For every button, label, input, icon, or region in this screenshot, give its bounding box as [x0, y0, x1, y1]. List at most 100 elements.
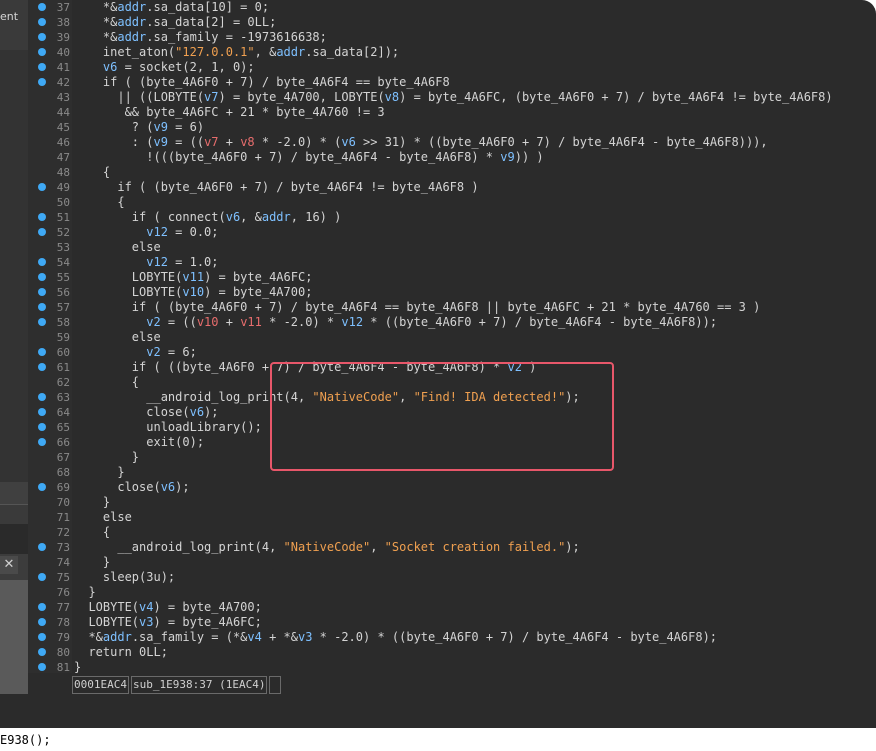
code-token: if ( (byte_4A6F0 + 7) / byte_4A6F4 == by… — [74, 75, 450, 89]
code-line[interactable]: if ( (byte_4A6F0 + 7) / byte_4A6F4 == by… — [74, 75, 450, 90]
breakpoint-dot-icon[interactable] — [38, 408, 46, 416]
code-line[interactable]: unloadLibrary(); — [74, 420, 262, 435]
line-number: 48 — [56, 166, 70, 179]
breakpoint-dot-icon[interactable] — [38, 573, 46, 581]
code-token: } — [74, 465, 125, 479]
code-line[interactable]: if ( (byte_4A6F0 + 7) / byte_4A6F4 == by… — [74, 300, 761, 315]
code-token: v4 — [247, 630, 262, 644]
code-line[interactable]: { — [74, 165, 110, 180]
code-line[interactable]: } — [74, 495, 110, 510]
code-token: .sa_data[2] = 0LL; — [146, 15, 277, 29]
gutter-row: 42 — [28, 75, 72, 90]
code-line[interactable]: LOBYTE(v11) = byte_4A6FC; — [74, 270, 313, 285]
breakpoint-dot-icon[interactable] — [38, 603, 46, 611]
code-line[interactable]: v2 = 6; — [74, 345, 197, 360]
code-line[interactable]: v2 = ((v10 + v11 * -2.0) * v12 * ((byte_… — [74, 315, 717, 330]
breakpoint-dot-icon[interactable] — [38, 363, 46, 371]
side-panel-label: ent — [0, 10, 19, 23]
breakpoint-dot-icon[interactable] — [38, 483, 46, 491]
code-line[interactable]: } — [74, 465, 125, 480]
breakpoint-dot-icon[interactable] — [38, 393, 46, 401]
breakpoint-dot-icon[interactable] — [38, 543, 46, 551]
code-line[interactable]: v12 = 0.0; — [74, 225, 218, 240]
code-token: * -2.0) * — [261, 315, 342, 329]
code-token: , & — [254, 45, 277, 59]
breakpoint-dot-icon[interactable] — [38, 18, 46, 26]
code-line[interactable]: LOBYTE(v4) = byte_4A700; — [74, 600, 261, 615]
code-line[interactable]: close(v6); — [74, 405, 218, 420]
code-line[interactable]: } — [74, 660, 81, 675]
code-line[interactable]: && byte_4A6FC + 21 * byte_4A760 != 3 — [74, 105, 385, 120]
breakpoint-dot-icon[interactable] — [38, 258, 46, 266]
code-line[interactable]: else — [74, 510, 132, 525]
code-token: )) ) — [514, 150, 544, 164]
code-line[interactable]: inet_aton("127.0.0.1", &addr.sa_data[2])… — [74, 45, 399, 60]
code-line[interactable]: LOBYTE(v3) = byte_4A6FC; — [74, 615, 261, 630]
code-line[interactable]: { — [74, 525, 110, 540]
breakpoint-dot-icon[interactable] — [38, 423, 46, 431]
code-line[interactable]: *&addr.sa_family = (*&v4 + *&v3 * -2.0) … — [74, 630, 717, 645]
line-number: 62 — [56, 376, 70, 389]
code-line[interactable]: } — [74, 450, 139, 465]
code-token: addr — [276, 45, 306, 59]
breakpoint-dot-icon[interactable] — [38, 3, 46, 11]
code-line[interactable]: { — [74, 195, 124, 210]
code-line[interactable]: *&addr.sa_data[10] = 0; — [74, 0, 269, 15]
output-window — [0, 728, 876, 751]
breakpoint-dot-icon[interactable] — [38, 273, 46, 281]
code-line[interactable]: : (v9 = ((v7 + v8 * -2.0) * (v6 >> 31) *… — [74, 135, 768, 150]
code-line[interactable]: LOBYTE(v10) = byte_4A700; — [74, 285, 313, 300]
code-line[interactable]: if ( connect(v6, &addr, 16) ) — [74, 210, 342, 225]
code-token: close( — [74, 405, 190, 419]
breakpoint-dot-icon[interactable] — [38, 303, 46, 311]
breakpoint-dot-icon[interactable] — [38, 318, 46, 326]
breakpoint-dot-icon[interactable] — [38, 48, 46, 56]
code-line[interactable]: v6 = socket(2, 1, 0); — [74, 60, 255, 75]
code-line[interactable]: } — [74, 585, 96, 600]
code-token: else — [74, 240, 161, 254]
line-number-gutter: 37 38 39 40 41 42 43 44 45 46 47 48 49 50 51 52 53 54 55 56… — [28, 0, 72, 674]
breakpoint-dot-icon[interactable] — [38, 33, 46, 41]
breakpoint-dot-icon[interactable] — [38, 78, 46, 86]
code-line[interactable]: v12 = 1.0; — [74, 255, 218, 270]
breakpoint-dot-icon[interactable] — [38, 183, 46, 191]
breakpoint-dot-icon[interactable] — [38, 663, 46, 671]
breakpoint-dot-icon[interactable] — [38, 438, 46, 446]
breakpoint-dot-icon[interactable] — [38, 288, 46, 296]
code-token: = (( — [160, 315, 197, 329]
code-line[interactable]: } — [74, 555, 110, 570]
code-line[interactable]: { — [74, 375, 139, 390]
code-token: v9 — [153, 135, 168, 149]
code-line[interactable]: close(v6); — [74, 480, 189, 495]
pseudocode-view[interactable]: *&addr.sa_data[10] = 0; *&addr.sa_data[2… — [72, 0, 876, 675]
code-line[interactable]: __android_log_print(4, "NativeCode", "So… — [74, 540, 579, 555]
code-line[interactable]: else — [74, 240, 161, 255]
code-line[interactable]: sleep(3u); — [74, 570, 175, 585]
breakpoint-dot-icon[interactable] — [38, 348, 46, 356]
breakpoint-dot-icon[interactable] — [38, 213, 46, 221]
code-line[interactable]: return 0LL; — [74, 645, 167, 660]
code-line[interactable]: exit(0); — [74, 435, 204, 450]
code-line[interactable]: else — [74, 330, 161, 345]
code-token: ) = byte_4A700; — [204, 285, 313, 299]
code-line[interactable]: !(((byte_4A6F0 + 7) / byte_4A6F4 - byte_… — [74, 150, 544, 165]
code-token: v10 — [196, 315, 219, 329]
close-icon[interactable]: ✕ — [0, 556, 18, 574]
code-token: v12 — [74, 255, 168, 269]
line-number: 47 — [56, 151, 70, 164]
code-token: v11 — [240, 315, 262, 329]
code-line[interactable]: ? (v9 = 6) — [74, 120, 204, 135]
breakpoint-dot-icon[interactable] — [38, 633, 46, 641]
code-token: v6 — [160, 480, 176, 494]
code-line[interactable]: if ( (byte_4A6F0 + 7) / byte_4A6F4 != by… — [74, 180, 478, 195]
code-line[interactable]: || ((LOBYTE(v7) = byte_4A700, LOBYTE(v8)… — [74, 90, 832, 105]
code-line[interactable]: *&addr.sa_data[2] = 0LL; — [74, 15, 276, 30]
code-line[interactable]: *&addr.sa_family = -1973616638; — [74, 30, 327, 45]
code-token: } — [74, 585, 96, 599]
breakpoint-dot-icon[interactable] — [38, 618, 46, 626]
breakpoint-dot-icon[interactable] — [38, 63, 46, 71]
code-token: * -2.0) * ( — [254, 135, 342, 149]
breakpoint-dot-icon[interactable] — [38, 228, 46, 236]
breakpoint-dot-icon[interactable] — [38, 648, 46, 656]
code-token: *& — [74, 630, 103, 644]
